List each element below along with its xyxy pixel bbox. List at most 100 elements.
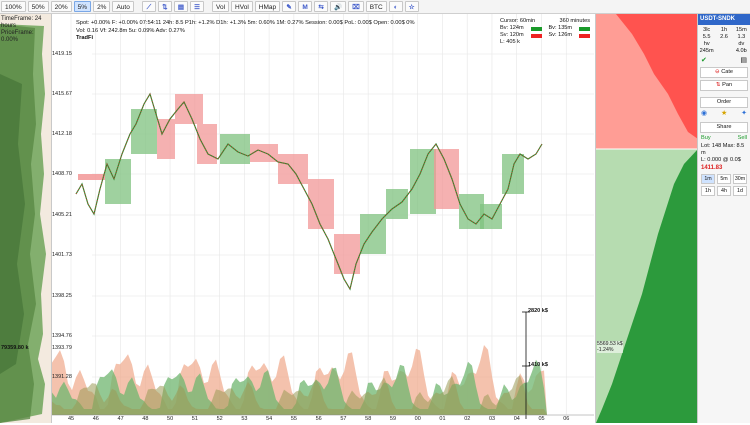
symbol-title[interactable]: USDT-SNDK: [698, 14, 750, 25]
x-tick: 03: [488, 416, 496, 422]
y-tick: 1419.15: [52, 51, 72, 57]
tf-30m-button[interactable]: 30m: [733, 174, 747, 184]
y-tick: 1391.28: [52, 374, 72, 380]
lot-label: Lot: 148: [701, 143, 722, 149]
cursor-sv-a: Sv: 120m: [500, 32, 524, 38]
timeframe-label: TimeFrame: 24 hours: [1, 16, 42, 29]
marker-icon[interactable]: M: [298, 1, 313, 12]
star-icon[interactable]: ☆: [404, 1, 419, 12]
y-tick: 1393.79: [52, 345, 72, 351]
tf-1d-button[interactable]: 1d: [733, 186, 747, 196]
zoom-50-button[interactable]: 50%: [27, 1, 49, 12]
x-tick: 02: [464, 416, 471, 422]
tf-value: 5.5: [702, 34, 711, 40]
hvol-button[interactable]: HVol: [231, 1, 253, 12]
zoom-auto-button[interactable]: Auto: [112, 1, 134, 12]
zoom-20-button[interactable]: 20%: [50, 1, 72, 12]
cursor-col2-title: 360 minutes: [559, 18, 590, 24]
share-label: Share: [716, 124, 732, 130]
theme-icon[interactable]: ◐: [388, 1, 403, 12]
sound-icon[interactable]: 🔊: [330, 1, 347, 12]
x-tick: 59: [389, 416, 397, 422]
buy-bar-b: [579, 26, 590, 31]
layout-icon[interactable]: ▤: [740, 57, 747, 64]
tf-stat: [715, 41, 732, 55]
zoom-5-button[interactable]: 5%: [73, 1, 92, 12]
cursor-sv-b: Sv: 126m: [548, 32, 573, 38]
eye-icon[interactable]: ◉: [701, 110, 707, 117]
left-volume-profile: TimeFrame: 24 hours PriceFrame: 0.00% 79…: [0, 14, 52, 423]
tf-stat: dv 4.0b: [735, 41, 747, 54]
buy-sell-row: Buy Sell: [698, 133, 750, 143]
tf-value: 2.6: [720, 34, 728, 40]
chart-canvas[interactable]: [52, 14, 594, 423]
volume-scale-mid: 1410 k$: [528, 362, 548, 368]
left-profile-price: 79359.80 k: [1, 345, 29, 351]
order-label: Order: [716, 99, 732, 105]
x-tick: 46: [92, 416, 99, 422]
toolbar: 100% 50% 20% 5% 2% Auto ⟋ ⇅ ▤ ☰ Vol HVol…: [0, 0, 750, 14]
list-icon[interactable]: ☰: [190, 1, 204, 12]
cate-button[interactable]: ⊖ Cate: [700, 67, 748, 78]
priceframe-label: PriceFrame: 0.00%: [1, 30, 34, 43]
y-tick: 1398.25: [52, 293, 72, 299]
zoom-2-button[interactable]: 2%: [93, 1, 111, 12]
info-line-2: Vol: 0.16 Vf: 242.8m 5u: 0.09% Adv: 0.27…: [76, 27, 185, 34]
x-tick: 54: [266, 416, 273, 422]
x-tick: 45: [68, 416, 75, 422]
right-order-book-profile: 5569.53 k$ -1.24%: [595, 14, 698, 423]
right-profile-percent: -1.24%: [597, 347, 614, 353]
zoom-100-button[interactable]: 100%: [1, 1, 26, 12]
panel-icon[interactable]: ▤: [173, 1, 188, 12]
tf-stat: hv 245m: [699, 41, 714, 54]
check-icon[interactable]: ✔: [701, 57, 707, 64]
social-row: ◉ ★ ✦: [698, 108, 750, 118]
x-tick: 57: [340, 416, 347, 422]
order-book-chart: [596, 14, 698, 423]
cursor-l-value: L: 405 k: [500, 39, 520, 45]
right-profile-price: 5569.53 k$ -1.24%: [597, 341, 623, 353]
pencil-icon[interactable]: ✎: [282, 1, 297, 12]
x-tick: 58: [365, 416, 372, 422]
x-tick: 56: [315, 416, 322, 422]
sell-bar-a: [530, 33, 542, 38]
star-icon[interactable]: ★: [721, 110, 727, 117]
tf-value: 1.3: [737, 34, 746, 40]
cursor-bv-b: Bv: 135m: [548, 25, 573, 31]
draw-line-icon[interactable]: ⟋: [141, 1, 156, 12]
sell-bar-b: [579, 33, 590, 38]
scale-icon[interactable]: ⇅: [157, 1, 172, 12]
order-button[interactable]: Order: [700, 97, 748, 108]
swap-icon[interactable]: ⇆: [314, 1, 329, 12]
y-tick: 1408.70: [52, 171, 72, 177]
vol-button[interactable]: Vol: [212, 1, 230, 12]
tf-1h-button[interactable]: 1h: [701, 186, 715, 196]
clear-icon[interactable]: ⌧: [348, 1, 364, 12]
toggle-row: ✔ ▤: [698, 55, 750, 65]
twitter-icon[interactable]: ✦: [741, 110, 747, 117]
tf-1m-button[interactable]: 1m: [701, 174, 715, 184]
x-tick: 04: [513, 416, 520, 422]
pan-button[interactable]: ⇅ Pan: [700, 80, 748, 91]
right-sidebar: USDT-SNDK 3lc 1h 15m 5.5 2.6 1.3 hv 245m…: [697, 14, 750, 423]
pan-label: Pan: [722, 82, 733, 88]
x-tick: 06: [563, 416, 570, 422]
tf-label: 3lc: [703, 27, 711, 33]
y-tick: 1405.21: [52, 212, 72, 218]
x-tick: 48: [142, 416, 149, 422]
cate-label: Cate: [721, 69, 734, 75]
tf-label: 1h: [720, 27, 728, 33]
x-tick: 55: [290, 416, 297, 422]
buy-bar-a: [530, 26, 542, 31]
timeframe-buttons: 1m 5m 30m 1h 4h 1d: [698, 174, 750, 196]
cursor-bv-a: Bv: 124m: [500, 25, 524, 31]
hmap-button[interactable]: HMap: [254, 1, 281, 12]
x-tick: 51: [191, 416, 198, 422]
buy-button[interactable]: Buy: [701, 135, 711, 141]
tf-5m-button[interactable]: 5m: [717, 174, 731, 184]
btc-button[interactable]: BTC: [365, 1, 387, 12]
main-chart[interactable]: Spot: +0.00% F: +0.00% 07:54:11 24h: 8.5…: [52, 14, 594, 423]
tf-4h-button[interactable]: 4h: [717, 186, 731, 196]
sell-button[interactable]: Sell: [738, 135, 747, 141]
share-button[interactable]: Share: [700, 122, 748, 133]
